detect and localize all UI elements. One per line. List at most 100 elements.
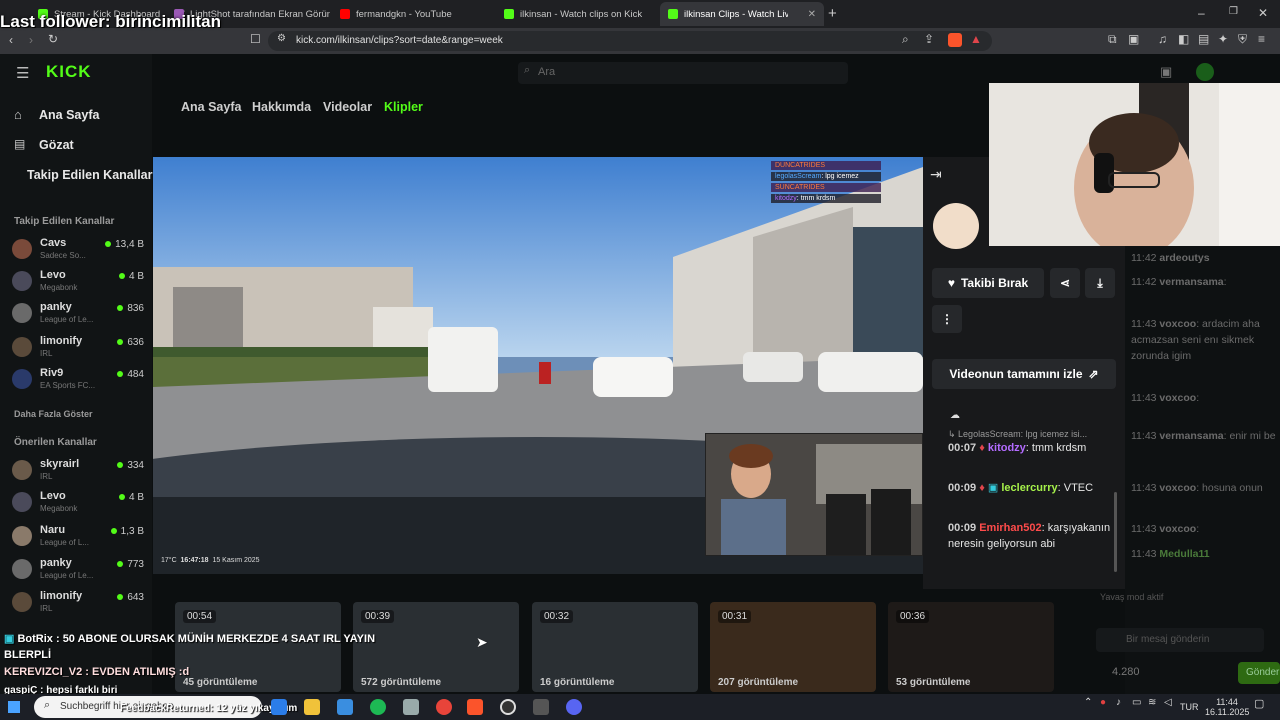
more-options-button[interactable]: ⋮ (932, 305, 962, 333)
avatar (12, 592, 32, 612)
notifications-icon[interactable]: ▢ (1254, 697, 1264, 710)
download-button[interactable]: ⤓ (1085, 268, 1115, 298)
channel-item[interactable]: Cavs Sadece So... 13,4 B (12, 236, 144, 264)
search-input[interactable]: Ara (518, 62, 848, 84)
viewer-count: 4.280 (1112, 666, 1140, 678)
media-icon[interactable]: ♫ (1158, 32, 1167, 46)
sidebar-icon[interactable]: ◧ (1178, 32, 1189, 46)
inbox-icon[interactable]: ▣ (1160, 64, 1172, 80)
video-hud: 17°C 16:47:18 15 Kasım 2025 (161, 557, 260, 564)
tab-home[interactable]: Ana Sayfa (181, 100, 241, 114)
overlay-chat-line: SUNCATRIDES (771, 183, 881, 192)
send-button[interactable]: Gönder (1238, 662, 1280, 684)
collapse-chat-icon[interactable]: ⇥ (930, 166, 942, 183)
nav-browse[interactable]: Gözat (39, 138, 74, 152)
back-icon[interactable]: ‹ (9, 33, 13, 47)
clip-card[interactable]: 00:31 207 görüntüleme (710, 602, 876, 692)
minimize-icon[interactable]: – (1198, 6, 1205, 20)
channel-item[interactable]: panky League of Le... 836 (12, 300, 144, 328)
nav-home[interactable]: Ana Sayfa (39, 108, 99, 122)
app-icon[interactable] (533, 699, 549, 715)
edge-icon[interactable] (271, 699, 287, 715)
heart-icon: ♥ (947, 276, 955, 290)
wallet-icon[interactable]: ▤ (1198, 32, 1209, 46)
screenshot-icon[interactable]: ▣ (1128, 32, 1139, 46)
hamburger-icon[interactable]: ☰ (16, 64, 29, 82)
chat-message: 11:43 vermansama: enir mi be (1131, 430, 1276, 442)
rewards-icon[interactable]: ▲ (970, 32, 982, 46)
battery-icon[interactable]: ▭ (1132, 697, 1141, 708)
kick-logo[interactable]: KICK (46, 62, 92, 82)
microphone-icon[interactable]: ♪ (1116, 697, 1121, 708)
clip-video-player[interactable]: 17°C 16:47:18 15 Kasım 2025 DUNCATRIDES … (153, 157, 923, 574)
youtube-icon (340, 9, 350, 19)
store-icon[interactable] (337, 699, 353, 715)
clip-card[interactable]: 00:54 45 görüntüleme (175, 602, 341, 692)
browser-tab-active[interactable]: ilkinsan Clips - Watch Live on Kick✕ (660, 2, 824, 26)
chat-message: 00:07 ♦ kitodzy: tmm krdsm (948, 442, 1087, 454)
volume-icon[interactable]: ◁ (1164, 697, 1172, 708)
share-button[interactable]: ⋖ (1050, 268, 1080, 298)
new-tab-button[interactable]: + (828, 5, 837, 22)
vpn-icon[interactable]: ⛨ (1238, 32, 1247, 47)
clip-card[interactable]: 00:39 572 görüntüleme (353, 602, 519, 692)
site-settings-icon[interactable]: ⚙ (277, 33, 286, 44)
share-icon[interactable]: ⇪ (924, 32, 934, 46)
windows-start-icon[interactable] (8, 701, 20, 713)
browser-tab[interactable]: ilkinsan - Watch clips on Kick (496, 2, 660, 26)
tray-chevron-icon[interactable]: ⌃ (1084, 697, 1092, 708)
leo-icon[interactable]: ✦ (1218, 32, 1228, 46)
unfollow-button[interactable]: ♥ Takibi Bırak (932, 268, 1044, 298)
channel-item[interactable]: limonify IRL 643 (12, 589, 144, 617)
reload-icon[interactable]: ↻ (48, 32, 58, 46)
chat-scrollbar[interactable] (1114, 492, 1117, 572)
avatar (12, 460, 32, 480)
avatar (12, 559, 32, 579)
clock[interactable]: 11:44 16.11.2025 (1205, 697, 1249, 717)
file-explorer-icon[interactable] (304, 699, 320, 715)
channel-item[interactable]: skyrairl IRL 334 (12, 457, 144, 485)
window-close-icon[interactable]: ✕ (1258, 6, 1268, 20)
language-indicator[interactable]: TUR (1180, 702, 1199, 712)
channel-item[interactable]: panky League of Le... 773 (12, 556, 144, 584)
channel-item[interactable]: Levo Megabonk 4 B (12, 489, 144, 517)
discord-icon[interactable] (566, 699, 582, 715)
browser-tab[interactable]: fermandgkn - YouTube (332, 2, 496, 26)
show-more-link[interactable]: Daha Fazla Göster (14, 409, 93, 419)
watch-full-video-button[interactable]: Videonun tamamını izle ⇗ (932, 359, 1116, 389)
close-icon[interactable]: ✕ (808, 9, 816, 20)
obs-icon[interactable] (500, 699, 516, 715)
tab-videos[interactable]: Videolar (323, 100, 372, 114)
channel-item[interactable]: Naru League of L... 1,3 B (12, 523, 144, 551)
restore-icon[interactable]: ❐ (1229, 6, 1238, 17)
tray-app-icon[interactable]: ● (1100, 697, 1106, 708)
forward-icon[interactable]: › (29, 33, 33, 47)
zoom-icon[interactable]: ⌕ (902, 32, 909, 47)
chat-input[interactable]: Bir mesaj gönderin (1096, 628, 1264, 652)
bookmark-icon[interactable]: ☐ (250, 32, 261, 46)
search-icon: ⌕ (44, 699, 51, 711)
tab-about[interactable]: Hakkımda (252, 100, 311, 114)
chrome-icon[interactable] (436, 699, 452, 715)
avatar[interactable] (1196, 63, 1214, 81)
extensions-icon[interactable]: ⧉ (1108, 32, 1117, 47)
spotify-icon[interactable] (370, 699, 386, 715)
overlay-chat-line: DUNCATRIDES (771, 161, 881, 170)
reply-icon: ↳ (948, 429, 959, 439)
clip-card[interactable]: 00:32 16 görüntüleme (532, 602, 698, 692)
wifi-icon[interactable]: ≋ (1148, 697, 1156, 708)
calculator-icon[interactable] (403, 699, 419, 715)
nav-following[interactable]: Takip Edilen Kanallar (27, 168, 153, 182)
tab-clips[interactable]: Klipler (384, 100, 423, 114)
menu-icon[interactable]: ≡ (1258, 32, 1265, 46)
clip-card[interactable]: 00:36 53 görüntüleme (888, 602, 1054, 692)
channel-item[interactable]: Riv9 EA Sports FC... 484 (12, 366, 144, 394)
channel-item[interactable]: limonify IRL 636 (12, 334, 144, 362)
brave-icon[interactable] (467, 699, 483, 715)
car-camera-frame (706, 434, 922, 555)
overlay-chat-line: ▣ BotRix : 50 ABONE OLURSAK MÜNİH MERKEZ… (4, 633, 376, 645)
streamer-avatar[interactable] (933, 203, 979, 249)
url-field[interactable]: kick.com/ilkinsan/clips?sort=date&range=… (268, 31, 992, 51)
brave-shield-icon[interactable] (948, 33, 962, 47)
channel-item[interactable]: Levo Megabonk 4 B (12, 268, 144, 296)
